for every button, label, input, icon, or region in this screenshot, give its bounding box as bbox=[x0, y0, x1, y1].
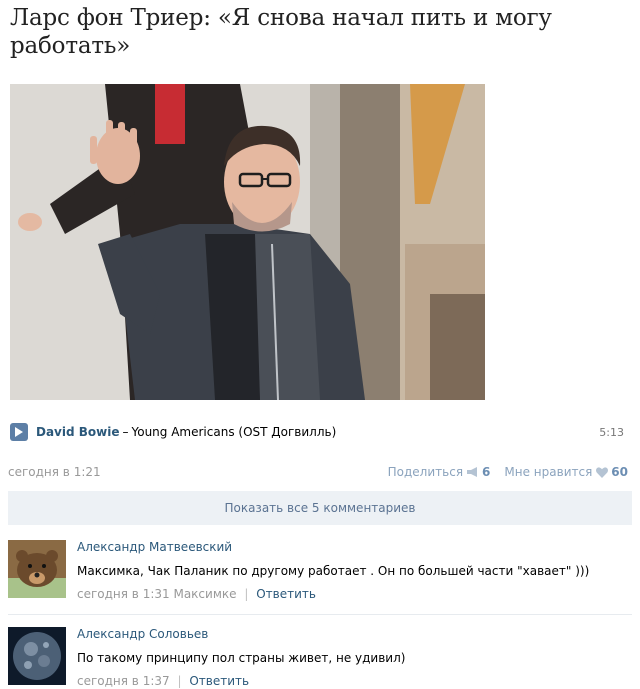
show-all-comments-button[interactable]: Показать все 5 комментариев bbox=[8, 491, 632, 525]
comment-body: Александр Соловьев По такому принципу по… bbox=[77, 627, 627, 689]
comment-author[interactable]: Александр Соловьев bbox=[77, 627, 627, 642]
comment-date[interactable]: сегодня в 1:31 bbox=[77, 587, 170, 601]
reply-button[interactable]: Ответить bbox=[189, 674, 249, 688]
share-count: 6 bbox=[482, 465, 491, 479]
audio-track: David Bowie – Young Americans (OST Догви… bbox=[10, 421, 626, 443]
comment-body: Александр Матвеевский Максимка, Чак Пала… bbox=[77, 540, 627, 602]
audio-duration: 5:13 bbox=[599, 425, 624, 439]
reply-button[interactable]: Ответить bbox=[256, 587, 316, 601]
post-photo[interactable] bbox=[10, 84, 485, 400]
comment-reply-to[interactable]: Максимке bbox=[173, 587, 236, 601]
avatar[interactable] bbox=[8, 540, 66, 598]
comment-separator: | bbox=[177, 674, 182, 688]
photo-image bbox=[10, 84, 485, 400]
audio-play-button[interactable] bbox=[10, 423, 28, 441]
post-title: Ларс фон Триер: «Я снова начал пить и мо… bbox=[10, 5, 552, 59]
comment-author[interactable]: Александр Матвеевский bbox=[77, 540, 627, 555]
heart-icon[interactable] bbox=[596, 466, 609, 478]
comment-meta: сегодня в 1:37 | Ответить bbox=[77, 674, 627, 689]
post-meta: сегодня в 1:21 Поделиться 6 Мне нравится… bbox=[8, 463, 628, 481]
like-button[interactable]: Мне нравится bbox=[504, 465, 592, 479]
avatar[interactable] bbox=[8, 627, 66, 685]
megaphone-icon[interactable] bbox=[467, 467, 479, 477]
comment-separator: | bbox=[244, 587, 249, 601]
post-actions: Поделиться 6 Мне нравится 60 bbox=[388, 465, 628, 479]
comment-divider bbox=[8, 614, 632, 615]
comment-text: Максимка, Чак Паланик по другому работае… bbox=[77, 564, 590, 578]
audio-artist[interactable]: David Bowie bbox=[36, 425, 120, 439]
comment-text: По такому принципу пол страны живет, не … bbox=[77, 651, 406, 665]
play-icon bbox=[15, 427, 23, 437]
like-count: 60 bbox=[611, 465, 628, 479]
comment: Александр Соловьев По такому принципу по… bbox=[8, 627, 632, 689]
comment: Александр Матвеевский Максимка, Чак Пала… bbox=[8, 540, 632, 602]
audio-title: Young Americans (OST Догвилль) bbox=[131, 425, 337, 439]
share-button[interactable]: Поделиться bbox=[388, 465, 463, 479]
comment-date[interactable]: сегодня в 1:37 bbox=[77, 674, 170, 688]
post-date[interactable]: сегодня в 1:21 bbox=[8, 465, 101, 479]
comment-meta: сегодня в 1:31 Максимке | Ответить bbox=[77, 587, 627, 602]
audio-separator: – bbox=[122, 425, 129, 439]
